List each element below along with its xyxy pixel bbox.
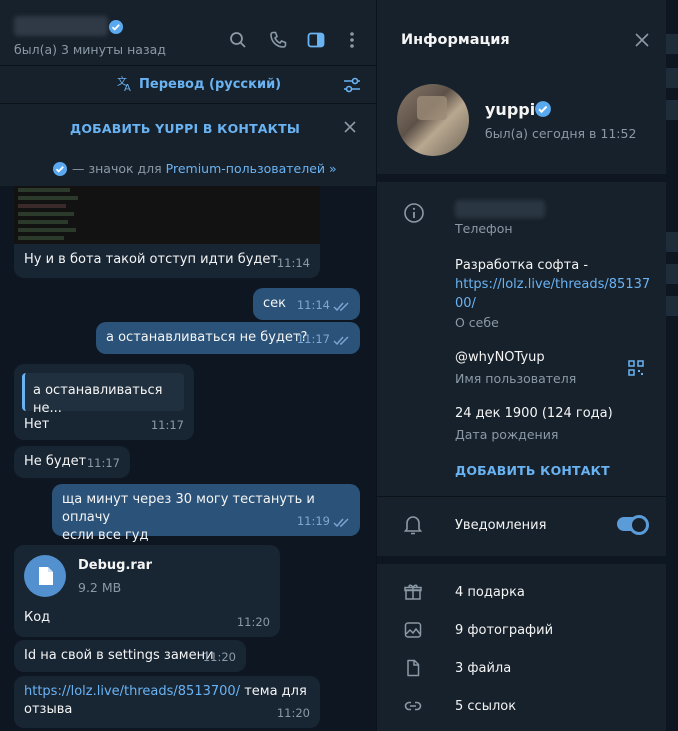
close-icon[interactable] [633,31,651,49]
translate-label[interactable]: Перевод (русский) [139,77,281,92]
svg-text:A: A [124,83,131,93]
photo-icon [404,622,422,638]
message-text: сек [263,296,286,311]
verified-badge-icon [535,101,551,117]
birthday-label: Дата рождения [455,427,559,442]
background-window-edge [666,0,678,731]
message-text: Id на свой в settings замени [24,648,214,663]
message-bubble[interactable]: а останавливаться не... Нет 11:17 [14,364,194,440]
message-time: 11:20 [202,650,236,664]
media-gifts[interactable]: 4 подарка [455,583,525,602]
panel-title: Информация [401,32,510,48]
link-icon [404,701,422,711]
premium-badge-icon [53,162,67,176]
username-label: Имя пользователя [455,371,577,386]
sidebar-toggle-icon[interactable] [306,30,326,50]
about-link[interactable]: https://lolz.live/threads/85137 00/ [455,275,650,313]
message-time: 11:14 [296,298,330,312]
add-contact-bar: ДОБАВИТЬ YUPPI В КОНТАКТЫ — значок для P… [0,104,376,186]
reply-quote[interactable]: а останавливаться не... [22,373,184,416]
message-text: тема для [240,684,307,699]
message-time: 11:17 [150,418,184,432]
message-text: Ну и в бота такой отступ идти будет [24,252,278,267]
premium-link[interactable]: Premium-пользователей » [166,161,337,176]
file-download-icon[interactable] [24,555,66,597]
file-name[interactable]: Debug.rar [78,557,152,575]
premium-note: — значок для Premium-пользователей » [72,161,337,176]
message-bubble[interactable]: сек 11:14 [253,288,360,320]
search-icon[interactable] [228,30,248,50]
birthday-value: 24 дек 1900 (124 года) [455,406,613,421]
last-seen-status: был(а) 3 минуты назад [14,42,166,57]
message-time: 11:14 [276,256,310,270]
info-icon [404,203,424,223]
about-label: О себе [455,315,499,330]
close-icon[interactable] [342,119,358,135]
message-bubble[interactable]: Не будет 11:17 [14,446,130,478]
file-icon [407,659,420,677]
message-text: Не будет [24,454,87,469]
translate-bar[interactable]: 文A Перевод (русский) [0,66,376,104]
phone-icon[interactable] [268,30,288,50]
message-time: 11:20 [276,706,310,720]
message-time: 11:19 [296,514,330,528]
add-contact-button[interactable]: ДОБАВИТЬ КОНТАКТ [455,463,610,478]
read-check-icon [333,336,349,346]
message-bubble[interactable]: Ну и в бота такой отступ идти будет 11:1… [14,244,320,278]
message-bubble[interactable]: Id на свой в settings замени 11:20 [14,640,246,672]
gift-icon [404,584,422,600]
message-text: отзыва [24,702,73,717]
avatar[interactable] [397,84,469,156]
phone-number-redacted[interactable] [455,200,545,218]
translate-settings-icon[interactable] [342,76,362,94]
add-to-contacts-button[interactable]: ДОБАВИТЬ YUPPI В КОНТАКТЫ [0,121,370,136]
media-files[interactable]: 3 файла [455,659,511,678]
message-time: 11:17 [296,332,330,346]
username-value[interactable]: @whyNOTyup [455,348,545,367]
media-links[interactable]: 5 ссылок [455,697,516,716]
notifications-label: Уведомления [455,518,547,533]
message-text: а останавливаться не будет? [106,330,308,345]
message-link[interactable]: https://lolz.live/threads/8513700/ [24,684,240,699]
message-bubble[interactable]: https://lolz.live/threads/8513700/ тема … [14,676,320,728]
media-photos[interactable]: 9 фотографий [455,621,553,640]
profile-status: был(а) сегодня в 11:52 [485,126,637,141]
read-check-icon [333,302,349,312]
message-time: 11:20 [236,615,270,629]
profile-name: yuppi [485,100,536,119]
about-text: Разработка софта - https://lolz.live/thr… [455,258,651,313]
message-time: 11:17 [86,456,120,470]
image-attachment[interactable] [14,186,320,244]
translate-icon: 文A [117,75,131,93]
contact-name-redacted [14,16,108,36]
message-bubble[interactable]: ща минут через 30 могу тестануть и оплач… [52,484,360,543]
chat-header[interactable]: был(а) 3 минуты назад [0,0,376,66]
verified-badge-icon [109,20,123,34]
read-check-icon [333,518,349,528]
message-text: Код [24,610,51,625]
info-panel: Информация yuppi был(а) сегодня в 11:52 … [376,0,667,731]
message-text: Нет [24,417,50,432]
qr-code-icon[interactable] [627,359,645,377]
file-size: 9.2 MB [78,580,122,595]
chat-area: был(а) 3 минуты назад 文A Перевод (русски… [0,0,376,731]
divider [377,496,667,497]
notifications-toggle[interactable] [617,515,649,535]
section-divider [377,556,667,564]
more-vertical-icon[interactable] [342,30,362,50]
message-bubble[interactable]: а останавливаться не будет? 11:17 [96,322,360,354]
bell-icon [403,516,423,535]
phone-label: Телефон [455,221,513,236]
section-divider [377,174,667,182]
telegram-window: был(а) 3 минуты назад 文A Перевод (русски… [0,0,678,731]
